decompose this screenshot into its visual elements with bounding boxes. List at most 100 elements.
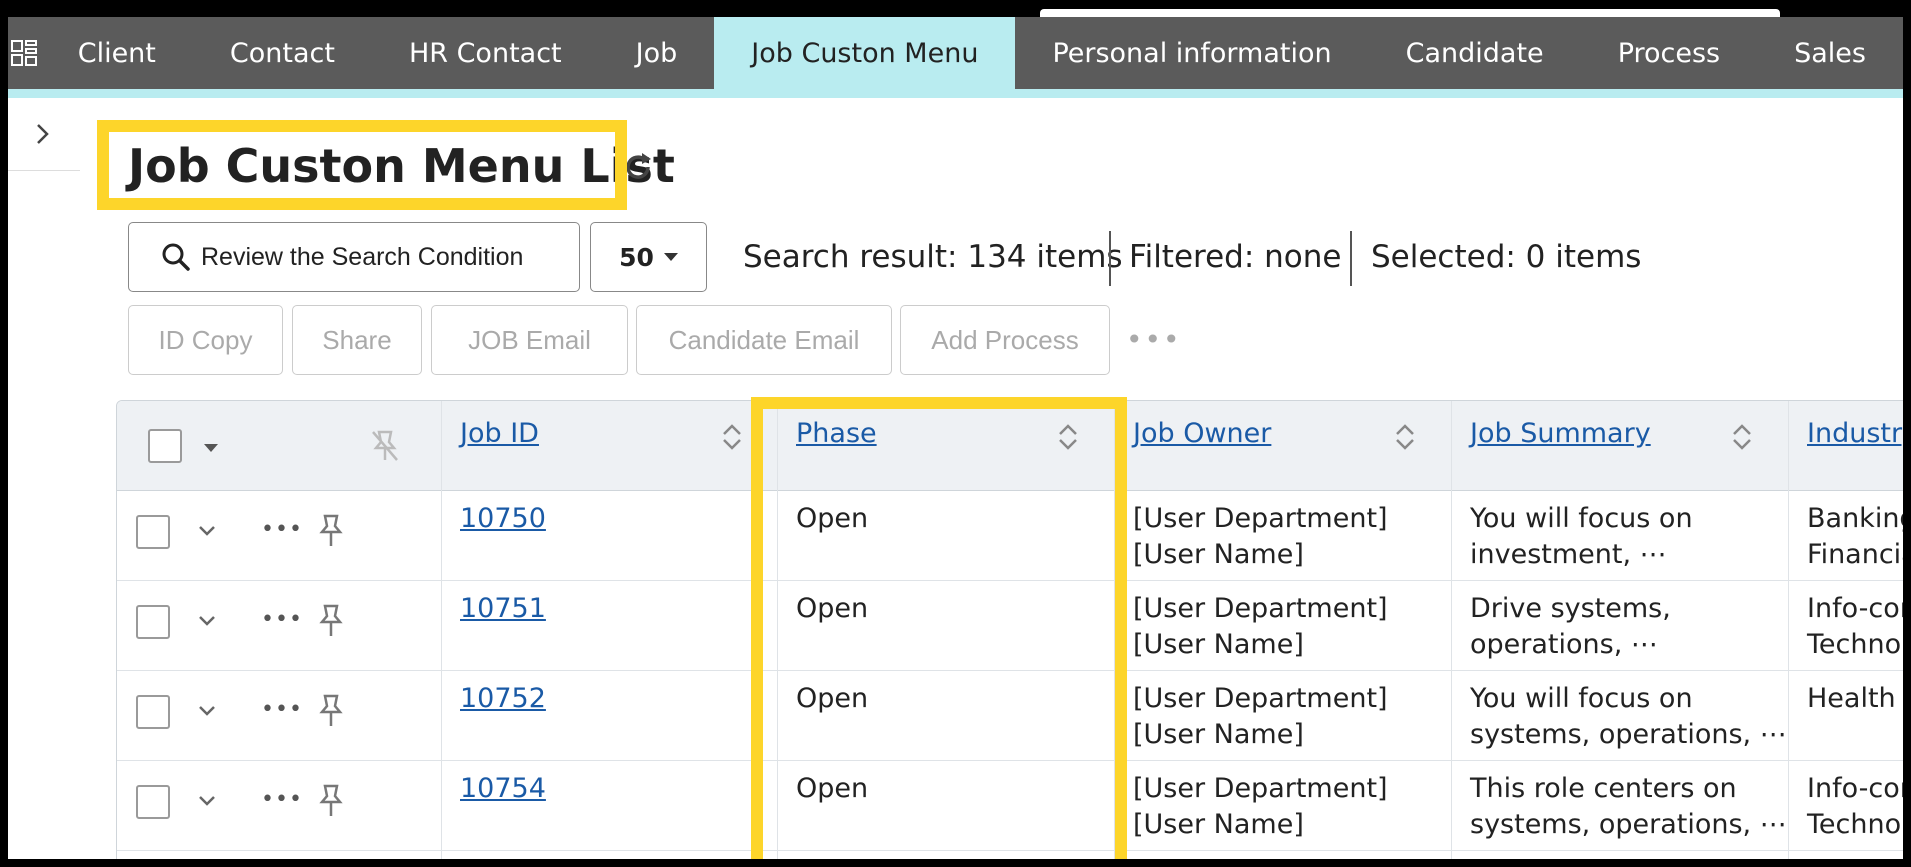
column-divider: [1451, 401, 1452, 859]
summary-line-1: You will focus on: [1470, 683, 1693, 714]
job-id-link[interactable]: 10751: [460, 591, 546, 627]
share-button[interactable]: Share: [292, 305, 422, 375]
sort-icon[interactable]: [1731, 421, 1753, 453]
summary-line-2: operations, ⋯: [1470, 629, 1658, 660]
top-nav: Client Contact HR Contact Job Job Custon…: [8, 17, 1903, 89]
nav-job[interactable]: Job: [599, 17, 715, 89]
phase-value: Open: [796, 593, 869, 624]
industry-line-2: Technolo: [1807, 629, 1903, 660]
owner-name: [User Name]: [1133, 539, 1304, 570]
phase-value: Open: [796, 683, 869, 714]
apps-grid-icon[interactable]: [8, 17, 41, 89]
nav-personal-information[interactable]: Personal information: [1015, 17, 1368, 89]
more-horizontal-icon[interactable]: •••: [261, 607, 303, 632]
job-id-link[interactable]: 10752: [460, 681, 546, 717]
column-divider: [1788, 401, 1789, 859]
row-checkbox[interactable]: [136, 785, 170, 819]
industry-line-2: Technolo: [1807, 809, 1903, 840]
owner-department: [User Department]: [1133, 593, 1388, 624]
page-size-value: 50: [619, 242, 654, 272]
pin-icon[interactable]: [317, 602, 345, 644]
search-icon: [162, 243, 190, 271]
select-all-checkbox[interactable]: [148, 429, 182, 463]
sort-icon[interactable]: [1394, 421, 1416, 453]
nav-client[interactable]: Client: [41, 17, 193, 89]
industry-line-1: Info-con: [1807, 773, 1903, 804]
summary-line-2: investment, ⋯: [1470, 539, 1667, 570]
chevron-down-icon[interactable]: [197, 523, 217, 542]
row-checkbox[interactable]: [136, 515, 170, 549]
pin-icon[interactable]: [317, 782, 345, 824]
summary-line-2: systems, operations, ⋯: [1470, 719, 1787, 750]
divider: [1350, 231, 1352, 286]
nav-hr-contact[interactable]: HR Contact: [372, 17, 599, 89]
job-id-link[interactable]: 10754: [460, 771, 546, 807]
nav-contact[interactable]: Contact: [193, 17, 372, 89]
search-result-count: Search result: 134 items: [743, 239, 1123, 275]
chevron-down-icon[interactable]: [197, 703, 217, 722]
divider: [8, 170, 80, 171]
nav-active-underline: [8, 89, 1903, 98]
row-checkbox[interactable]: [136, 605, 170, 639]
phase-header-link[interactable]: Phase: [796, 418, 877, 449]
job-id-header-link[interactable]: Job ID: [460, 418, 539, 449]
table-row: ••• 10750 Open [User Department] [User N…: [117, 491, 1903, 581]
title-highlight-box: [97, 120, 627, 210]
nav-candidate[interactable]: Candidate: [1369, 17, 1581, 89]
table-row: ••• 10752 Open [User Department] [User N…: [117, 671, 1903, 761]
chevron-right-icon[interactable]: [28, 119, 58, 149]
phase-value: Open: [796, 773, 869, 804]
job-owner-header-link[interactable]: Job Owner: [1133, 418, 1271, 449]
app-window: Client Contact HR Contact Job Job Custon…: [8, 17, 1903, 859]
industry-line-1: Banking: [1807, 503, 1903, 534]
top-strip: [1040, 9, 1780, 17]
pin-icon[interactable]: [317, 512, 345, 554]
phase-value: Open: [796, 503, 869, 534]
column-divider: [1114, 401, 1115, 859]
job-email-button[interactable]: JOB Email: [431, 305, 628, 375]
owner-department: [User Department]: [1133, 683, 1388, 714]
pin-icon[interactable]: [317, 692, 345, 734]
more-horizontal-icon[interactable]: •••: [261, 517, 303, 542]
chevron-down-icon[interactable]: [197, 793, 217, 812]
summary-line-1: You will focus on: [1470, 503, 1693, 534]
candidate-email-button[interactable]: Candidate Email: [636, 305, 892, 375]
more-horizontal-icon[interactable]: •••: [261, 697, 303, 722]
owner-name: [User Name]: [1133, 629, 1304, 660]
more-horizontal-icon[interactable]: •••: [1126, 326, 1182, 354]
row-checkbox[interactable]: [136, 695, 170, 729]
owner-name: [User Name]: [1133, 719, 1304, 750]
add-process-button[interactable]: Add Process: [900, 305, 1110, 375]
owner-department: [User Department]: [1133, 503, 1388, 534]
sort-icon[interactable]: [1057, 421, 1079, 453]
owner-name: [User Name]: [1133, 809, 1304, 840]
sort-icon[interactable]: [721, 421, 743, 453]
page-size-select[interactable]: 50: [590, 222, 707, 292]
nav-job-custon-menu[interactable]: Job Custon Menu: [714, 17, 1016, 89]
caret-down-icon[interactable]: [202, 439, 220, 458]
id-copy-button[interactable]: ID Copy: [128, 305, 283, 375]
column-divider: [441, 401, 442, 859]
column-divider: [777, 401, 778, 859]
summary-line-1: This role centers on: [1470, 773, 1737, 804]
review-search-condition-button[interactable]: Review the Search Condition: [128, 222, 580, 292]
table-header: Job ID Phase Job Owner Job Summary Indus…: [117, 401, 1903, 491]
job-table: Job ID Phase Job Owner Job Summary Indus…: [116, 400, 1903, 859]
chevron-down-icon[interactable]: [197, 613, 217, 632]
selected-count: Selected: 0 items: [1371, 239, 1642, 275]
summary-line-2: systems, operations, ⋯: [1470, 809, 1787, 840]
more-horizontal-icon[interactable]: •••: [261, 787, 303, 812]
industry-line-2: Financia: [1807, 539, 1903, 570]
nav-sales[interactable]: Sales: [1757, 17, 1903, 89]
unpin-icon[interactable]: [370, 428, 400, 468]
industry-line-1: Health &: [1807, 683, 1903, 714]
nav-process[interactable]: Process: [1581, 17, 1757, 89]
job-summary-header-link[interactable]: Job Summary: [1470, 418, 1651, 449]
industry-header-link[interactable]: Industry: [1807, 418, 1903, 449]
industry-line-1: Info-con: [1807, 593, 1903, 624]
review-search-condition-label: Review the Search Condition: [201, 242, 524, 271]
summary-line-1: Drive systems,: [1470, 593, 1671, 624]
divider: [1109, 231, 1111, 286]
owner-department: [User Department]: [1133, 773, 1388, 804]
job-id-link[interactable]: 10750: [460, 501, 546, 537]
